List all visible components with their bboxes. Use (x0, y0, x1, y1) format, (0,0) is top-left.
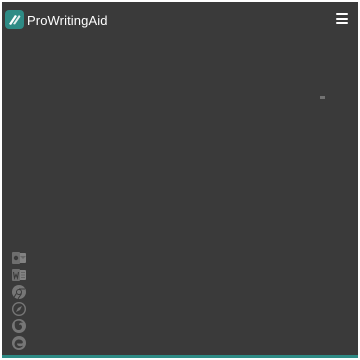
word-icon[interactable] (11, 267, 27, 283)
edge-icon[interactable] (11, 335, 27, 351)
hamburger-menu-icon[interactable] (336, 13, 348, 24)
outlook-icon[interactable] (11, 250, 27, 266)
safari-icon[interactable] (11, 301, 27, 317)
logo-quill-icon (9, 15, 21, 25)
chrome-icon[interactable] (11, 284, 27, 300)
firefox-icon[interactable] (11, 318, 27, 334)
small-indicator (320, 96, 325, 99)
header: ProWritingAid (2, 2, 358, 42)
brand-accent-bar (2, 355, 358, 358)
brand-name[interactable]: ProWritingAid (27, 13, 108, 28)
integration-icons (11, 250, 29, 352)
prowritingaid-logo-icon[interactable] (5, 10, 24, 29)
app-frame: ProWritingAid (2, 2, 358, 358)
